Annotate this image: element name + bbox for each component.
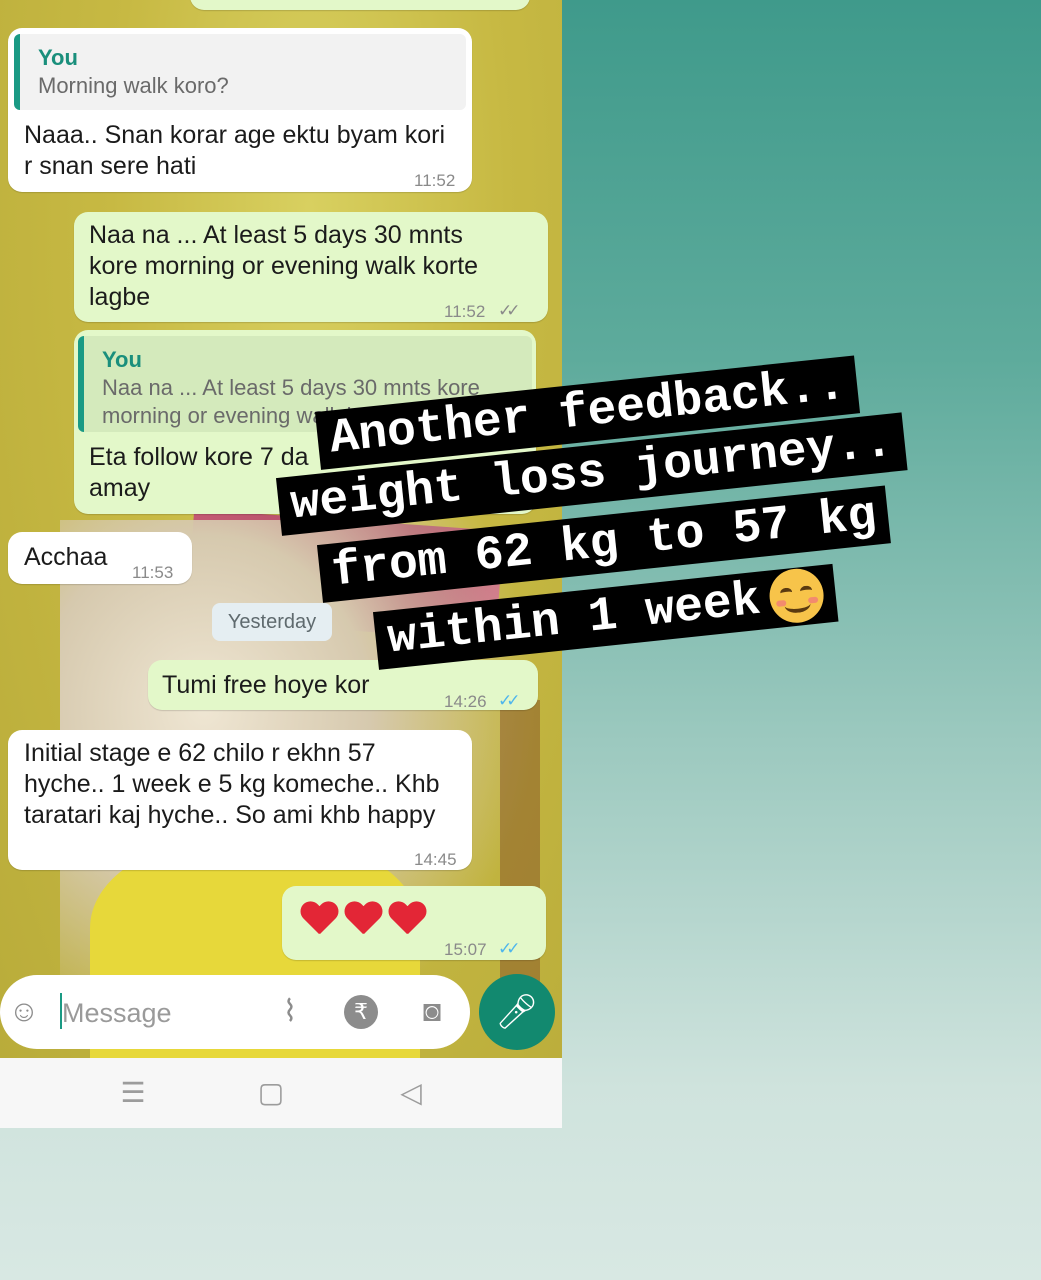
message-outgoing[interactable]: Naa na ... At least 5 days 30 mnts kore … — [74, 212, 548, 322]
double-check-icon: ✓✓ — [498, 301, 520, 320]
message-incoming[interactable]: Acchaa 11:53 — [8, 532, 192, 584]
message-text: Naa na ... At least 5 days 30 mnts kore … — [89, 221, 479, 311]
android-nav-bar: ☰ ▢ ◁ — [0, 1058, 562, 1128]
paperclip-icon[interactable]: ⌇ — [272, 994, 308, 1030]
back-icon[interactable]: ◁ — [391, 1076, 431, 1109]
quote-text: Morning walk koro? — [38, 73, 229, 98]
quote-author: You — [38, 45, 78, 70]
smiling-face-icon — [767, 566, 827, 626]
mic-icon: 🎤︎ — [495, 993, 539, 1031]
message-text: Tumi free hoye kor — [162, 671, 370, 699]
recents-icon[interactable]: ☰ — [113, 1076, 153, 1109]
message-incoming-reply[interactable]: You Morning walk koro? Naaa.. Snan korar… — [8, 28, 472, 192]
emoji-icon[interactable]: ☺ — [6, 994, 42, 1030]
heart-icon — [388, 902, 426, 938]
message-time: 11:53 — [132, 563, 174, 582]
quoted-message[interactable]: You Morning walk koro? — [14, 34, 466, 110]
camera-icon[interactable]: ◙ — [414, 994, 450, 1030]
message-time: 15:07 — [444, 940, 487, 959]
date-divider: Yesterday — [212, 603, 332, 641]
rupee-icon[interactable]: ₹ — [344, 995, 378, 1029]
double-check-icon: ✓✓ — [498, 939, 520, 958]
message-time: 14:45 — [414, 850, 457, 869]
message-time: 14:26 — [444, 692, 487, 711]
message-text: Eta follow kore 7 da amay — [89, 443, 309, 502]
home-icon[interactable]: ▢ — [251, 1076, 291, 1109]
mic-button[interactable]: 🎤︎ — [479, 974, 555, 1050]
message-input[interactable] — [60, 991, 264, 1035]
message-time: 11:52 — [444, 302, 486, 321]
double-check-icon: ✓✓ — [498, 691, 520, 710]
message-outgoing-hearts[interactable]: 15:07 ✓✓ — [282, 886, 546, 960]
previous-message-bubble[interactable] — [190, 0, 530, 10]
heart-icon — [344, 902, 382, 938]
message-input-bar[interactable]: ☺ ⌇ ₹ ◙ — [0, 975, 470, 1049]
message-text: Acchaa — [24, 543, 108, 571]
message-incoming[interactable]: Initial stage e 62 chilo r ekhn 57 hyche… — [8, 730, 472, 870]
quote-author: You — [102, 347, 142, 372]
message-text: Initial stage e 62 chilo r ekhn 57 hyche… — [24, 739, 440, 829]
heart-icon — [300, 902, 338, 938]
text-cursor — [60, 993, 62, 1029]
message-outgoing[interactable]: Tumi free hoye kor 14:26 ✓✓ — [148, 660, 538, 711]
message-time: 11:52 — [414, 171, 456, 190]
hearts-emoji — [300, 902, 432, 946]
message-text: Naaa.. Snan korar age ektu byam kori r s… — [24, 121, 446, 180]
